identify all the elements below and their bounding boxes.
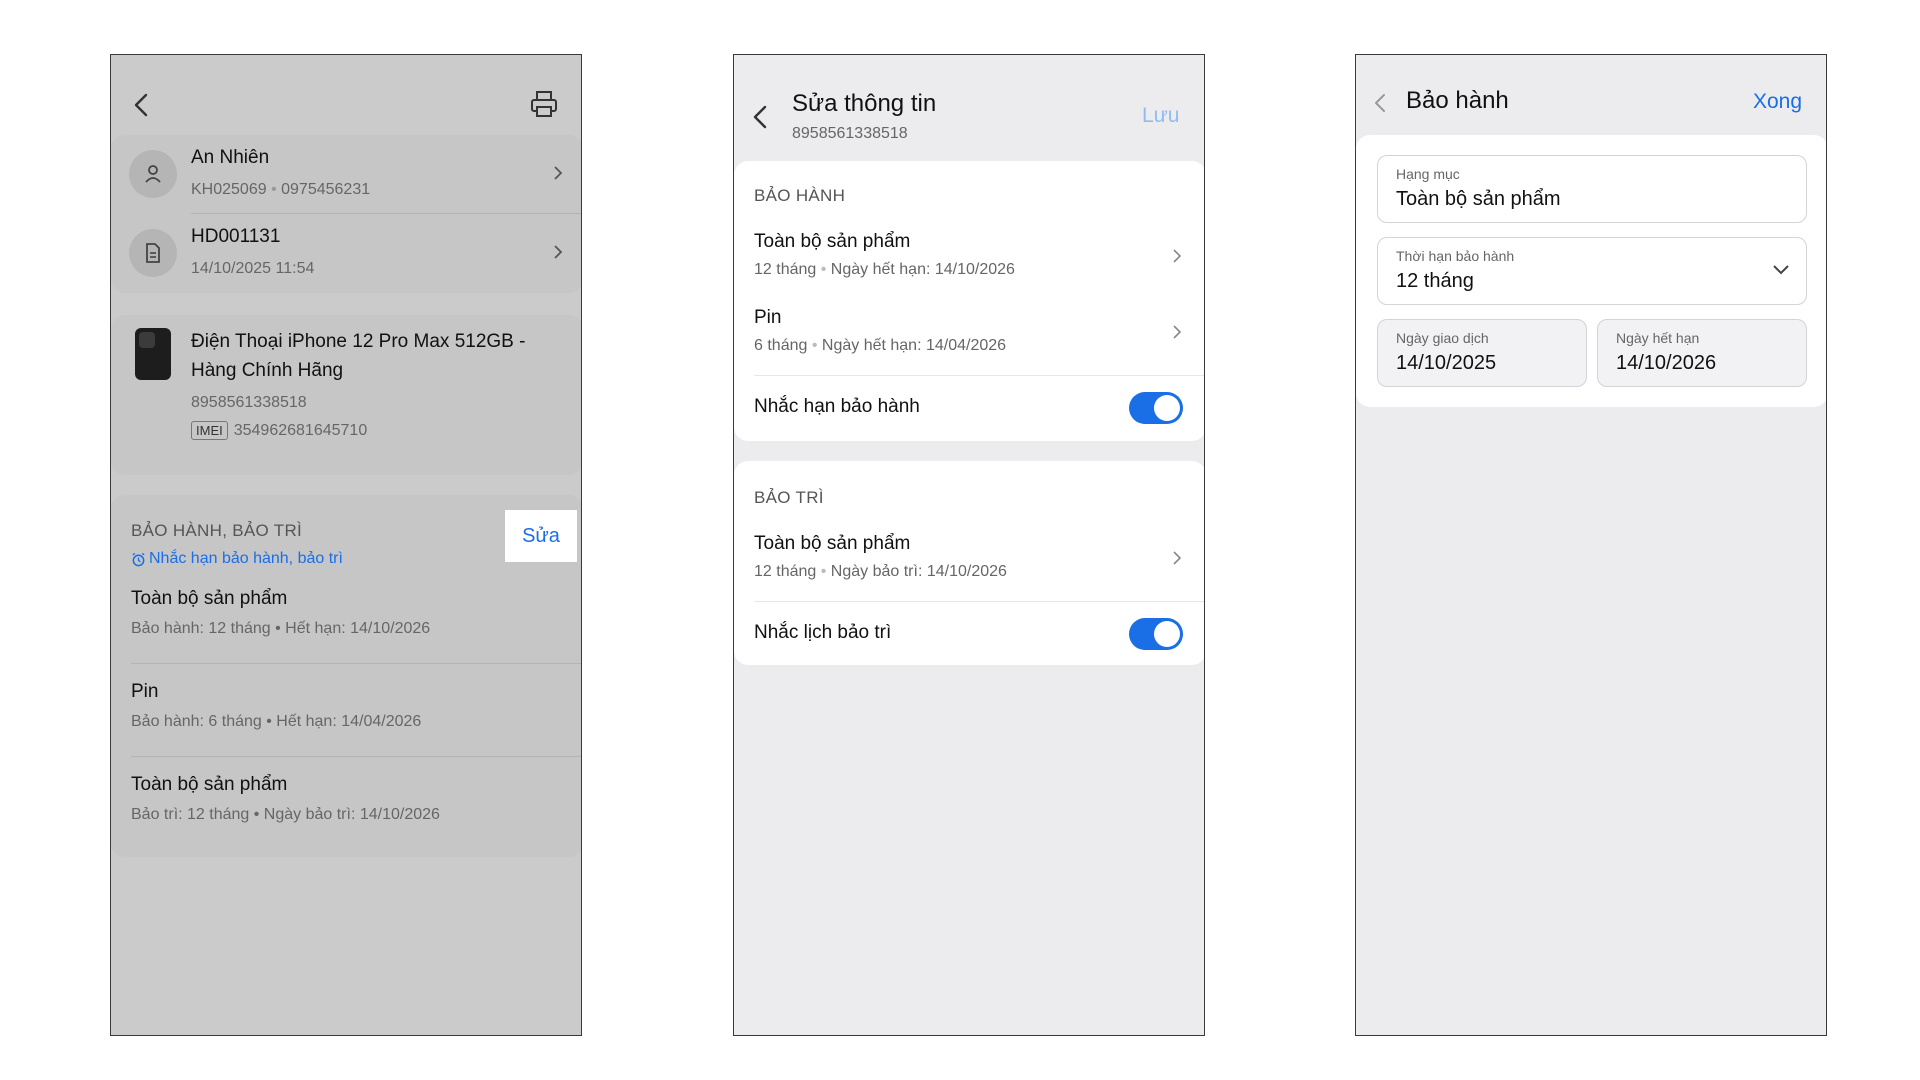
maintenance-item-row[interactable]: Toàn bộ sản phẩm 12 tháng • Ngày bảo trì… [734, 523, 1204, 593]
duration-select[interactable]: Thời hạn bảo hành 12 tháng [1377, 237, 1807, 305]
divider [131, 756, 581, 757]
order-detail-screen: An Nhiên KH025069 • 0975456231 HD001131 … [110, 54, 582, 1036]
invoice-code: HD001131 [191, 226, 281, 247]
reminder-text: Nhắc hạn bảo hành, bảo trì [149, 550, 343, 567]
field-value: Toàn bộ sản phẩm [1396, 188, 1561, 210]
section-title: BẢO HÀNH, BẢO TRÌ [131, 521, 303, 540]
warranty-edit-screen: Bảo hành Xong Hạng mục Toàn bộ sản phẩm … [1355, 54, 1827, 1036]
customer-name: An Nhiên [191, 147, 270, 168]
product-imei: IMEI 354962681645710 [191, 421, 367, 440]
back-icon[interactable] [131, 90, 153, 120]
product-name-line2: Hàng Chính Hãng [191, 360, 344, 381]
warranty-item: Toàn bộ sản phẩm Bảo hành: 12 tháng • Hế… [131, 588, 430, 638]
item-title: Toàn bộ sản phẩm [131, 774, 288, 795]
edit-button[interactable]: Sửa [505, 510, 577, 562]
item-duration: 6 tháng [754, 337, 808, 354]
item-title: Pin [754, 307, 782, 328]
customer-phone: 0975456231 [281, 181, 371, 198]
field-label: Ngày giao dịch [1396, 330, 1489, 346]
field-value: 12 tháng [1396, 270, 1474, 292]
maintenance-item: Toàn bộ sản phẩm Bảo trì: 12 tháng • Ngà… [131, 774, 440, 824]
alarm-icon [132, 552, 145, 566]
field-label: Ngày hết hạn [1616, 330, 1700, 346]
divider [754, 601, 1204, 602]
warranty-reminder-toggle[interactable] [1129, 392, 1183, 424]
chevron-down-icon [1773, 265, 1789, 275]
item-title: Pin [131, 681, 159, 702]
maintenance-reminder-label: Nhắc lịch bảo trì [754, 622, 892, 643]
product-barcode: 8958561338518 [191, 394, 307, 411]
chevron-right-icon [554, 166, 563, 180]
chevron-right-icon [1173, 551, 1182, 565]
divider [131, 663, 581, 664]
warranty-item: Pin Bảo hành: 6 tháng • Hết hạn: 14/04/2… [131, 681, 421, 731]
save-button[interactable]: Lưu [1142, 104, 1179, 128]
page-subtitle: 8958561338518 [792, 125, 908, 142]
field-value: 14/10/2026 [1616, 352, 1717, 374]
field-label: Hạng mục [1396, 166, 1460, 182]
item-title: Toàn bộ sản phẩm [131, 588, 288, 609]
item-title: Toàn bộ sản phẩm [754, 533, 911, 554]
printer-icon[interactable] [529, 89, 559, 119]
customer-row[interactable]: An Nhiên KH025069 • 0975456231 [111, 135, 581, 213]
imei-badge: IMEI [191, 421, 228, 440]
invoice-datetime: 14/10/2025 11:54 [191, 260, 315, 277]
item-detail: 6 tháng • Ngày hết hạn: 14/04/2026 [754, 337, 1007, 354]
done-button[interactable]: Xong [1753, 90, 1802, 114]
section-header: BẢO HÀNH [754, 186, 846, 205]
item-detail: 12 tháng • Ngày bảo trì: 14/10/2026 [754, 563, 1007, 580]
warranty-item-row[interactable]: Toàn bộ sản phẩm 12 tháng • Ngày hết hạn… [734, 221, 1204, 291]
back-icon[interactable] [750, 102, 772, 132]
item-detail: Bảo hành: 12 tháng • Hết hạn: 14/10/2026 [131, 620, 431, 637]
category-field[interactable]: Hạng mục Toàn bộ sản phẩm [1377, 155, 1807, 223]
section-header: BẢO TRÌ [754, 488, 824, 507]
transaction-date-field: Ngày giao dịch 14/10/2025 [1377, 319, 1587, 387]
user-icon [129, 150, 177, 198]
chevron-right-icon [554, 245, 563, 259]
chevron-right-icon [1173, 249, 1182, 263]
product-image [135, 328, 171, 380]
item-detail: 12 tháng • Ngày hết hạn: 14/10/2026 [754, 261, 1015, 278]
item-expiry: Ngày hết hạn: 14/04/2026 [821, 337, 1007, 354]
edit-info-screen: Sửa thông tin 8958561338518 Lưu BẢO HÀNH… [733, 54, 1205, 1036]
chevron-right-icon [1173, 325, 1182, 339]
maintenance-reminder-toggle[interactable] [1129, 618, 1183, 650]
warranty-item-row[interactable]: Pin 6 tháng • Ngày hết hạn: 14/04/2026 [734, 297, 1204, 367]
customer-code: KH025069 [191, 181, 267, 198]
product-name-line1: Điện Thoại iPhone 12 Pro Max 512GB - [191, 331, 526, 352]
field-value: 14/10/2025 [1396, 352, 1497, 374]
imei-value: 354962681645710 [233, 422, 368, 439]
item-duration: 12 tháng [754, 261, 817, 278]
item-date: Ngày bảo trì: 14/10/2026 [830, 563, 1007, 580]
back-icon[interactable] [1372, 90, 1390, 116]
item-title: Toàn bộ sản phẩm [754, 231, 911, 252]
item-duration: 12 tháng [754, 563, 817, 580]
item-expiry: Ngày hết hạn: 14/10/2026 [830, 261, 1015, 278]
item-detail: Bảo trì: 12 tháng • Ngày bảo trì: 14/10/… [131, 806, 440, 823]
page-title: Bảo hành [1406, 87, 1509, 114]
invoice-row[interactable]: HD001131 14/10/2025 11:54 [111, 214, 581, 293]
warranty-reminder-label: Nhắc hạn bảo hành [754, 396, 920, 417]
reminder-link[interactable]: Nhắc hạn bảo hành, bảo trì [131, 550, 343, 568]
document-icon [129, 229, 177, 277]
customer-meta: KH025069 • 0975456231 [191, 181, 371, 198]
divider [754, 375, 1204, 376]
expiry-date-field: Ngày hết hạn 14/10/2026 [1597, 319, 1807, 387]
page-title: Sửa thông tin [792, 90, 937, 117]
field-label: Thời hạn bảo hành [1396, 248, 1515, 264]
item-detail: Bảo hành: 6 tháng • Hết hạn: 14/04/2026 [131, 713, 422, 730]
